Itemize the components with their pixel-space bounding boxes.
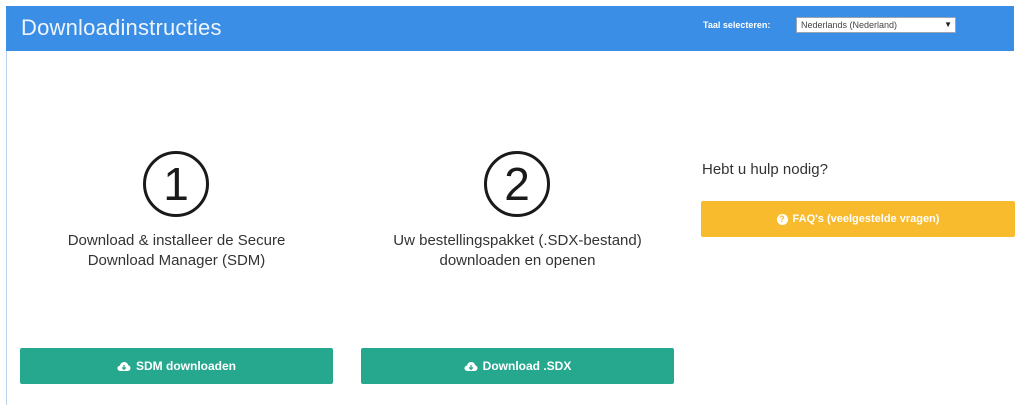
language-select[interactable]: Nederlands (Nederland) ▼	[796, 17, 956, 33]
language-select-value: Nederlands (Nederland)	[801, 20, 898, 30]
cloud-download-icon	[117, 361, 131, 371]
step-1-text: Download & installeer de Secure Download…	[20, 231, 333, 271]
left-border	[6, 51, 7, 405]
sdx-download-label: Download .SDX	[482, 359, 572, 373]
faq-button[interactable]: ? FAQ's (veelgestelde vragen)	[701, 201, 1015, 237]
step-2-text-line2: downloaden en openen	[439, 252, 596, 269]
question-circle-icon: ?	[776, 213, 788, 225]
caret-down-icon: ▼	[944, 20, 952, 29]
step-1-number: 1	[143, 151, 209, 217]
sdm-download-button[interactable]: SDM downloaden	[20, 348, 333, 384]
cloud-download-icon	[464, 361, 478, 371]
sdx-download-button[interactable]: Download .SDX	[361, 348, 674, 384]
faq-label: FAQ's (veelgestelde vragen)	[792, 213, 940, 225]
step-1-text-line1: Download & installeer de Secure	[67, 232, 286, 249]
page-title: Downloadinstructies	[21, 15, 222, 40]
language-label: Taal selecteren:	[703, 20, 771, 30]
step-2-text-line1: Uw bestellingspakket (.SDX-bestand)	[393, 232, 642, 249]
step-2-text: Uw bestellingspakket (.SDX-bestand) down…	[361, 231, 674, 271]
step-2-number: 2	[484, 151, 550, 217]
sdm-download-label: SDM downloaden	[136, 359, 236, 373]
step-1-text-line2: Download Manager (SDM)	[87, 252, 266, 269]
header-bar: Downloadinstructies Taal selecteren: Ned…	[6, 6, 1014, 51]
help-title: Hebt u hulp nodig?	[702, 161, 828, 178]
